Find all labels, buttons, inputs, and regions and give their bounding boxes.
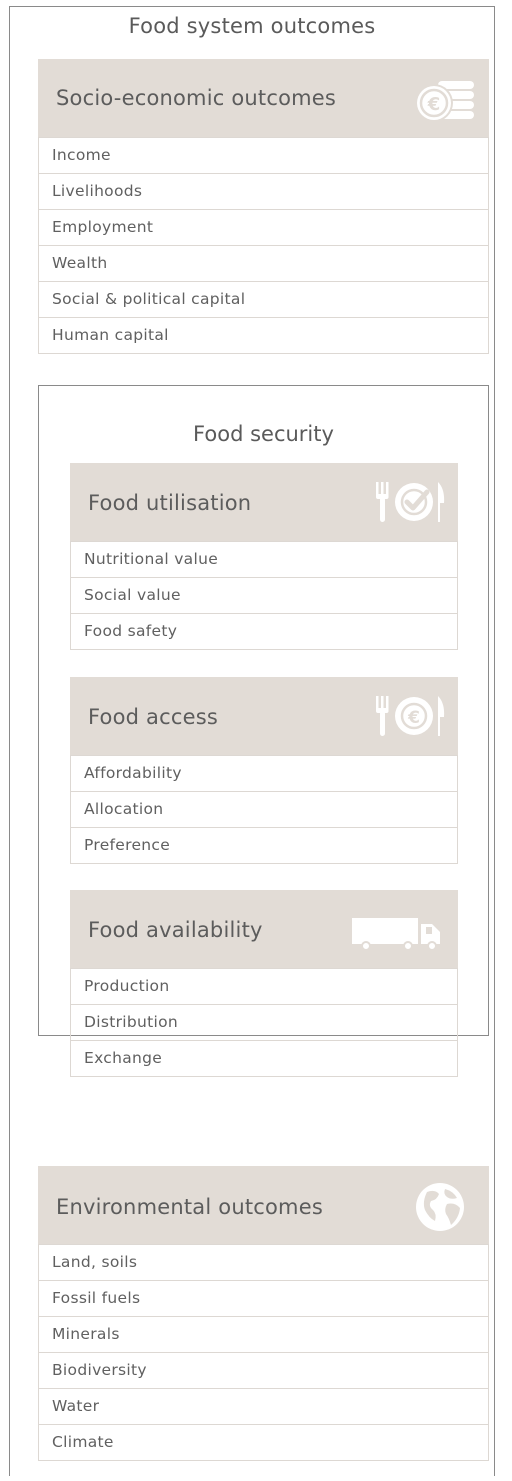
food-availability-section: Food availability Production Distributio… <box>70 890 458 1077</box>
food-access-list: Affordability Allocation Preference <box>70 755 458 864</box>
environmental-header: Environmental outcomes <box>38 1166 489 1244</box>
coins-euro-icon: € <box>415 81 474 122</box>
list-item: Human capital <box>39 317 488 353</box>
list-item: Social & political capital <box>39 281 488 317</box>
list-item: Employment <box>39 209 488 245</box>
list-item: Production <box>71 968 457 1004</box>
food-utilisation-list: Nutritional value Social value Food safe… <box>70 541 458 650</box>
list-item: Nutritional value <box>71 541 457 577</box>
list-item: Allocation <box>71 791 457 827</box>
environmental-title: Environmental outcomes <box>56 1195 323 1219</box>
food-access-section: Food access € Affordability Allocation P… <box>70 677 458 864</box>
list-item: Distribution <box>71 1004 457 1040</box>
list-item: Land, soils <box>39 1244 488 1280</box>
list-item: Climate <box>39 1424 488 1460</box>
globe-icon <box>416 1183 464 1231</box>
list-item: Wealth <box>39 245 488 281</box>
list-item: Income <box>39 137 488 173</box>
list-item: Fossil fuels <box>39 1280 488 1316</box>
food-availability-header: Food availability <box>70 890 458 968</box>
environmental-list: Land, soils Fossil fuels Minerals Biodiv… <box>38 1244 489 1461</box>
list-item: Exchange <box>71 1040 457 1076</box>
plate-euro-cutlery-icon: € <box>376 696 445 736</box>
truck-icon <box>352 918 440 951</box>
socio-economic-list: Income Livelihoods Employment Wealth Soc… <box>38 137 489 354</box>
food-access-title: Food access <box>88 705 218 729</box>
food-availability-title: Food availability <box>88 918 263 942</box>
food-utilisation-section: Food utilisation Nutritional value Socia… <box>70 463 458 650</box>
socio-economic-title: Socio-economic outcomes <box>56 86 337 110</box>
food-utilisation-header: Food utilisation <box>70 463 458 541</box>
environmental-section: Environmental outcomes Land, soils Fossi… <box>38 1166 489 1461</box>
list-item: Minerals <box>39 1316 488 1352</box>
socio-economic-section: Socio-economic outcomes € Income Livelih… <box>38 59 489 354</box>
svg-text:€: € <box>407 708 420 728</box>
list-item: Water <box>39 1388 488 1424</box>
list-item: Livelihoods <box>39 173 488 209</box>
food-access-header: Food access € <box>70 677 458 755</box>
plate-check-cutlery-icon <box>376 482 445 522</box>
svg-text:€: € <box>427 94 441 115</box>
list-item: Biodiversity <box>39 1352 488 1388</box>
list-item: Preference <box>71 827 457 863</box>
socio-economic-header: Socio-economic outcomes € <box>38 59 489 137</box>
food-utilisation-title: Food utilisation <box>88 491 252 515</box>
food-security-title: Food security <box>193 422 334 446</box>
food-availability-list: Production Distribution Exchange <box>70 968 458 1077</box>
list-item: Food safety <box>71 613 457 649</box>
list-item: Social value <box>71 577 457 613</box>
list-item: Affordability <box>71 755 457 791</box>
diagram-title: Food system outcomes <box>128 14 376 38</box>
